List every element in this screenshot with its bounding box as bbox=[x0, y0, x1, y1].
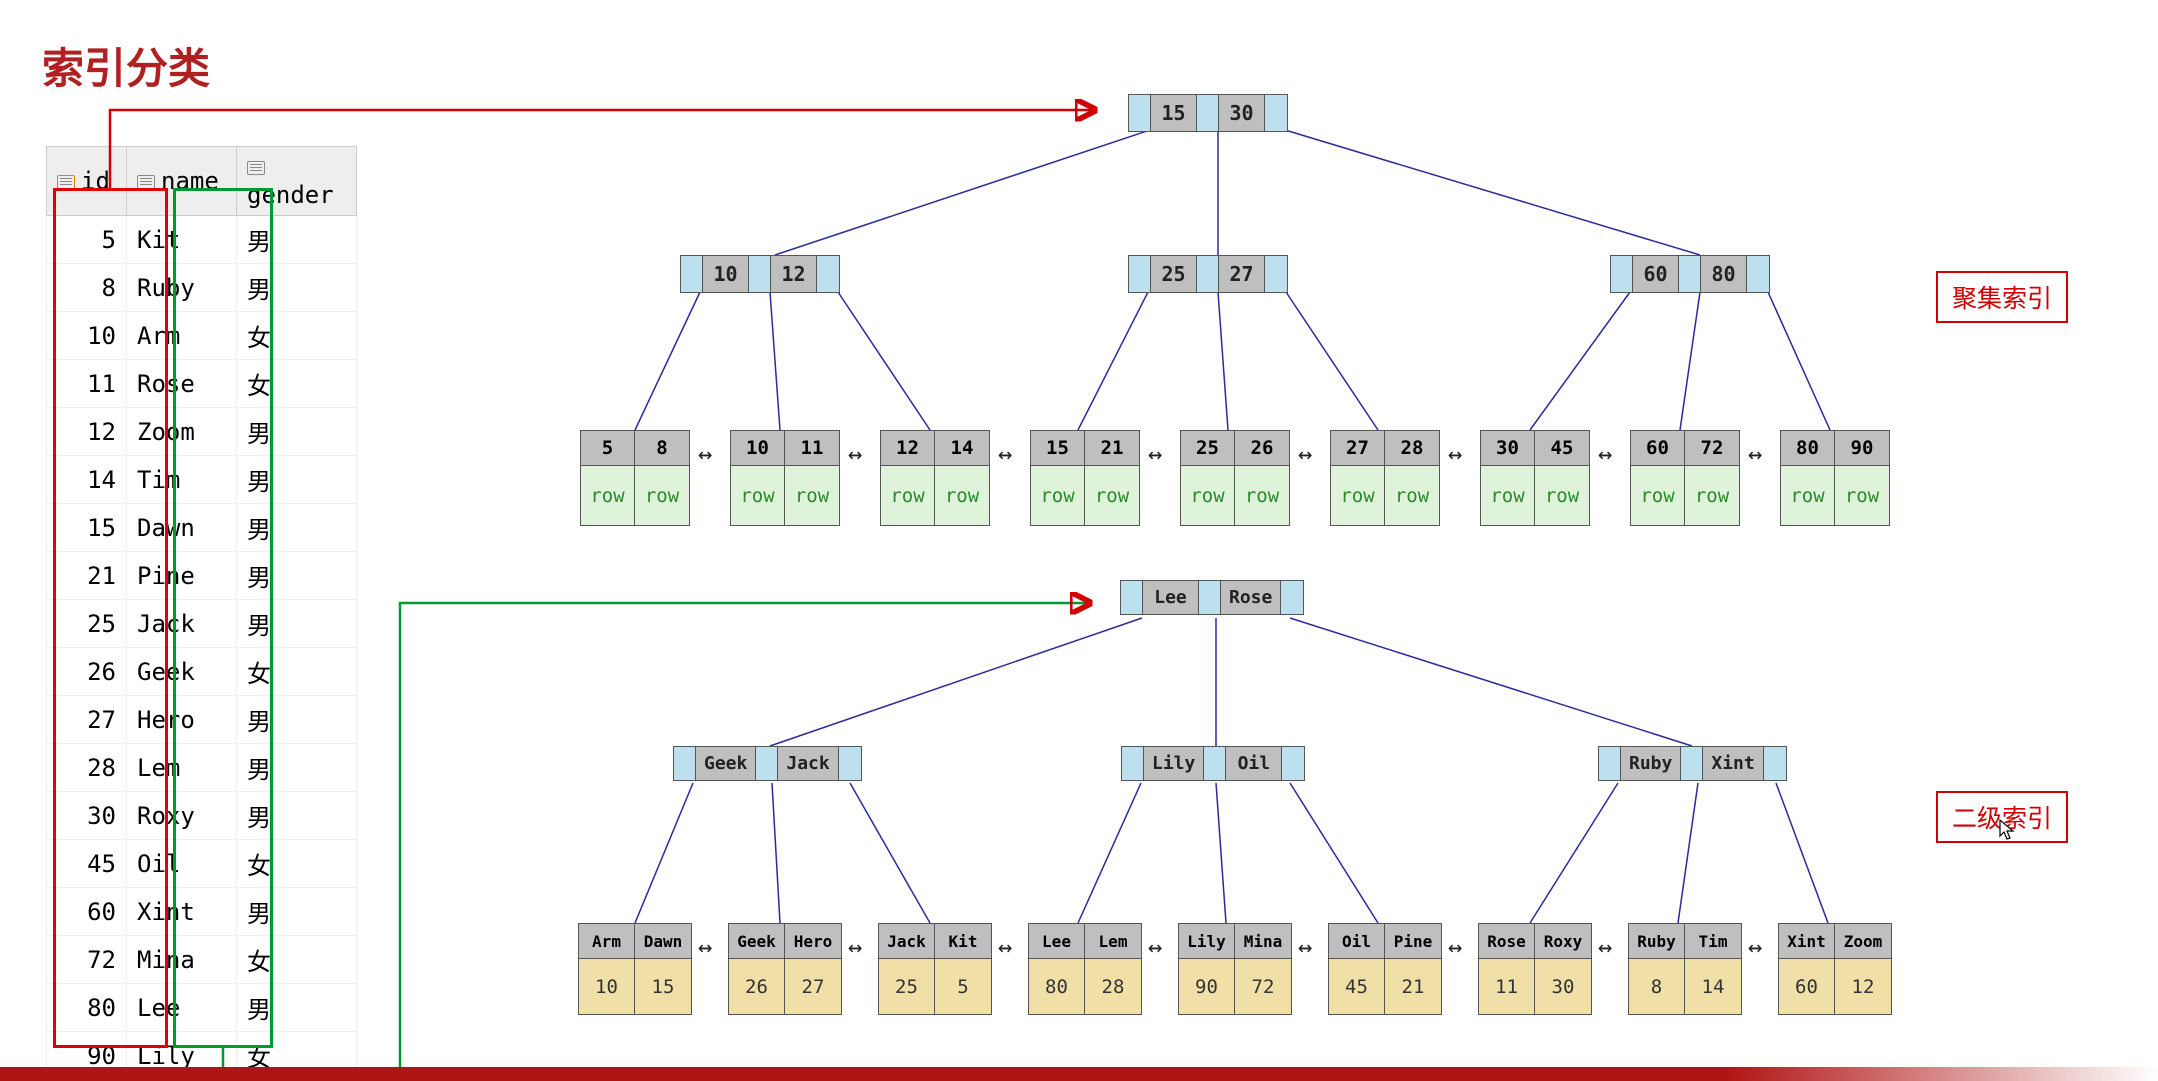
clustered-label: 聚集索引 bbox=[1936, 271, 2068, 323]
secondary-label: 二级索引 bbox=[1936, 791, 2068, 843]
bottom-bar bbox=[0, 1067, 2158, 1081]
